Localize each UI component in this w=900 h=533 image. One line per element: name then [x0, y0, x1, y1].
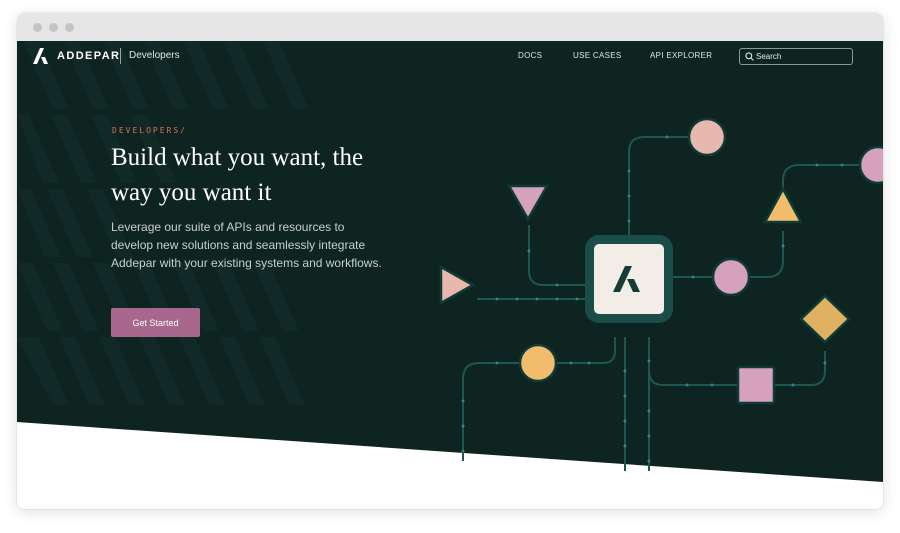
browser-window: ADDEPAR Developers DOCS USE CASES API EX… [17, 13, 883, 509]
window-titlebar [17, 13, 883, 41]
window-dot[interactable] [33, 23, 42, 32]
integration-diagram [439, 117, 883, 471]
node-square [736, 365, 776, 405]
node-triangle-right [439, 264, 476, 306]
node-circle-orange [518, 343, 558, 383]
node-circle-pink [858, 145, 883, 185]
window-dot[interactable] [49, 23, 58, 32]
node-circle-pink [711, 257, 751, 297]
node-triangle-up [762, 186, 804, 224]
node-triangle-down [506, 184, 550, 222]
addepar-hub-node [585, 235, 673, 323]
node-diamond [799, 294, 851, 344]
window-dot[interactable] [65, 23, 74, 32]
page-viewport: ADDEPAR Developers DOCS USE CASES API EX… [17, 41, 883, 509]
node-circle-peach [687, 117, 727, 157]
